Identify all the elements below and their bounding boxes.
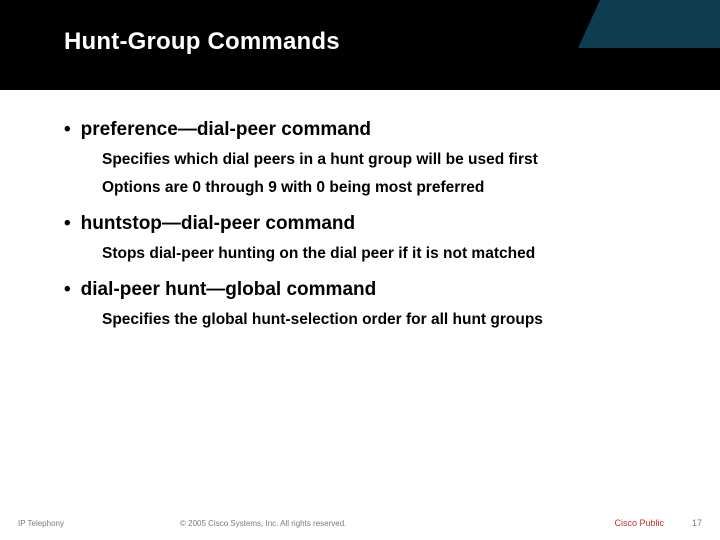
corner-accent (600, 0, 720, 48)
bullet-item: • huntstop—dial-peer command (64, 212, 664, 236)
slide-title: Hunt-Group Commands (64, 28, 340, 56)
content-area: • preference—dial-peer command Specifies… (64, 118, 664, 330)
bullet-heading: dial-peer hunt—global command (81, 278, 377, 302)
bullet-heading: huntstop—dial-peer command (81, 212, 355, 236)
bullet-item: • dial-peer hunt—global command (64, 278, 664, 302)
footer-left-text: IP Telephony (18, 519, 64, 528)
bullet-sub: Options are 0 through 9 with 0 being mos… (102, 178, 664, 198)
bullet-sub: Specifies the global hunt-selection orde… (102, 310, 664, 330)
footer: IP Telephony © 2005 Cisco Systems, Inc. … (0, 512, 720, 528)
page-number: 17 (692, 518, 702, 528)
footer-copyright: © 2005 Cisco Systems, Inc. All rights re… (180, 519, 346, 528)
slide: Hunt-Group Commands • preference—dial-pe… (0, 0, 720, 540)
bullet-item: • preference—dial-peer command (64, 118, 664, 142)
bullet-sub: Specifies which dial peers in a hunt gro… (102, 150, 664, 170)
bullet-dot-icon: • (64, 278, 71, 302)
bullet-sub: Stops dial-peer hunting on the dial peer… (102, 244, 664, 264)
bullet-heading: preference—dial-peer command (81, 118, 371, 142)
bullet-dot-icon: • (64, 212, 71, 236)
footer-classification: Cisco Public (614, 518, 664, 528)
bullet-dot-icon: • (64, 118, 71, 142)
